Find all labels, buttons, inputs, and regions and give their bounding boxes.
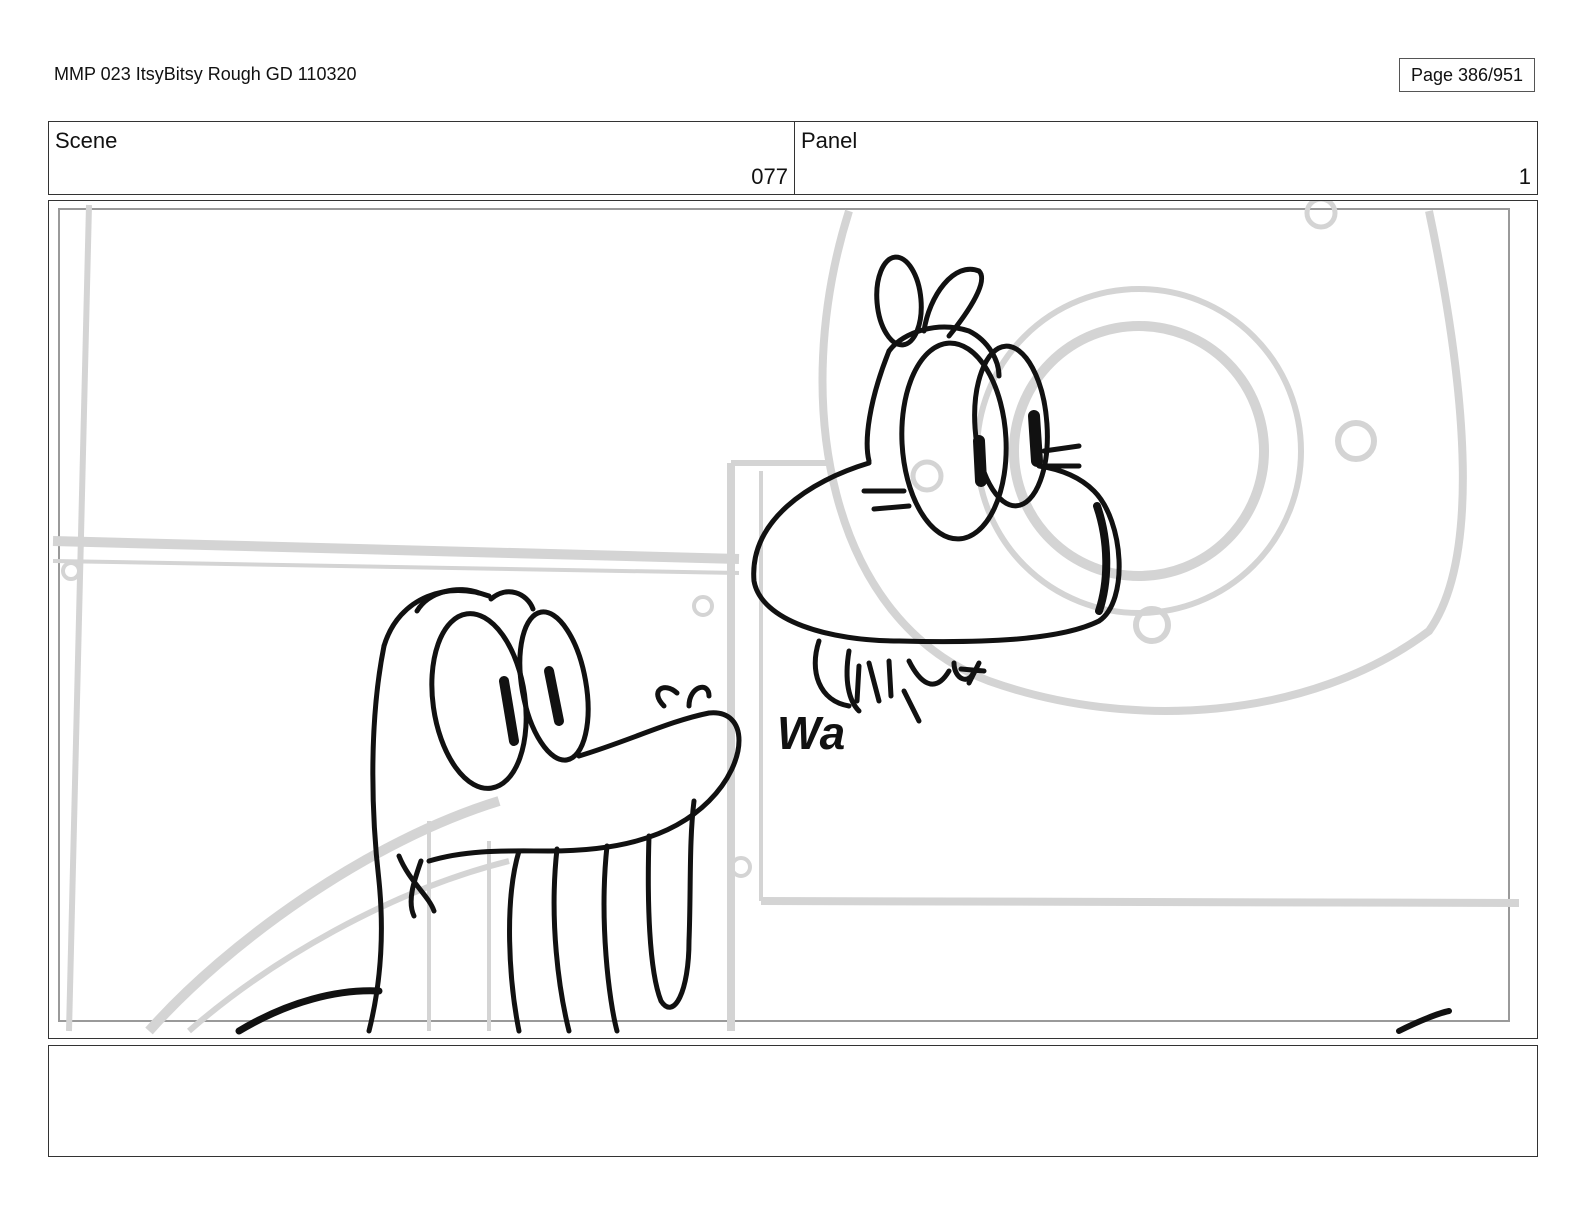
panel-cell: Panel 1 [795, 122, 1537, 194]
scene-label: Scene [55, 128, 118, 153]
document-title: MMP 023 ItsyBitsy Rough GD 110320 [54, 64, 357, 84]
scene-number: 077 [751, 164, 788, 189]
storyboard-drawing: Wa [52, 201, 1520, 1035]
scene-panel-header: Scene 077 Panel 1 [48, 121, 1538, 195]
scene-cell: Scene 077 [49, 122, 795, 194]
sound-effect-text: Wa [777, 707, 845, 759]
storyboard-frame: Wa [48, 200, 1538, 1039]
panel-number: 1 [1518, 164, 1531, 189]
page-indicator: Page 386/951 [1399, 58, 1535, 92]
panel-label: Panel [801, 128, 858, 153]
sound-effect: Wa [777, 707, 845, 759]
notes-box [48, 1045, 1538, 1157]
left-character [235, 587, 1452, 1035]
